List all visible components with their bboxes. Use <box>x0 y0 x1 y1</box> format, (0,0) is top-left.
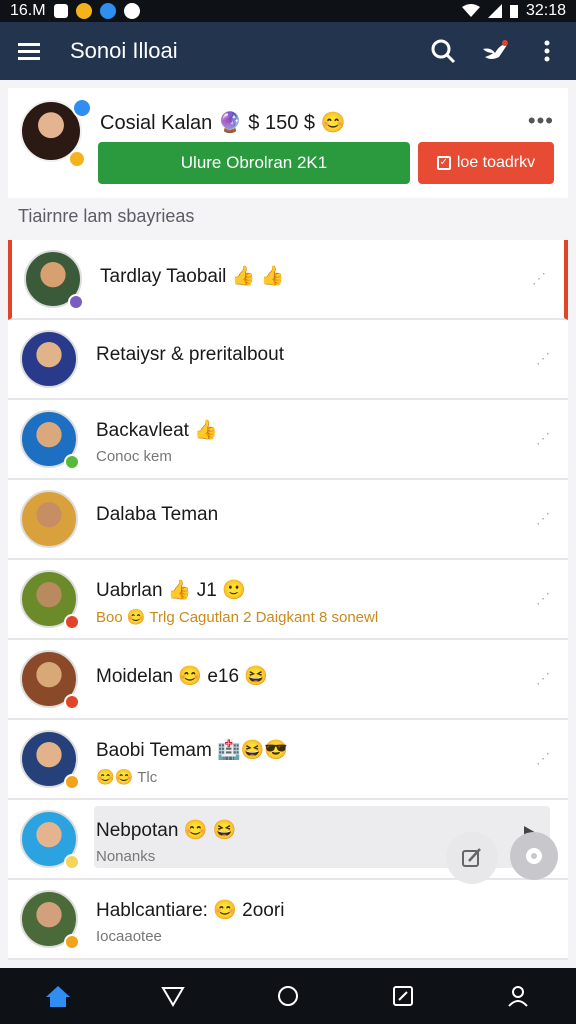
nav-filter[interactable] <box>158 981 188 1011</box>
chat-name: Tardlay Taobail 👍 👍 <box>100 266 285 287</box>
chat-avatar <box>20 490 78 548</box>
chat-name: Uabrlan 👍 J1 🙂 <box>96 580 246 601</box>
chat-row[interactable]: Dalaba Teman ⋰ <box>8 480 568 560</box>
messenger-icon <box>99 3 116 19</box>
more-vertical-icon <box>544 40 550 62</box>
chevron-icon: ⋰ <box>532 270 546 286</box>
profile-card: Cosial Kalan 🔮 $ 150 $ 😊 ••• Ulure Obrol… <box>8 88 568 198</box>
profile-name: Cosial Kalan 🔮 $ 150 $ 😊 <box>100 112 346 134</box>
chat-name: Baobi Temam 🏥😆😎 <box>96 740 289 761</box>
bottom-nav <box>0 968 576 1024</box>
chevron-icon: ⋰ <box>536 670 550 686</box>
nav-home[interactable] <box>43 981 73 1011</box>
chat-row[interactable]: Uabrlan 👍 J1 🙂 Boo 😊 Trlg Cagutlan 2 Dai… <box>8 560 568 640</box>
secondary-action-label: loe toadrkv <box>456 154 536 171</box>
search-button[interactable] <box>428 36 458 66</box>
chevron-icon: ⋰ <box>536 510 550 526</box>
chat-row[interactable]: Backavleat 👍 Conoc kem ⋰ <box>8 400 568 480</box>
chevron-icon: ⋰ <box>536 750 550 766</box>
chat-name: Backavleat 👍 <box>96 420 218 441</box>
status-badge <box>64 614 80 630</box>
bird-icon <box>483 40 508 59</box>
chat-row[interactable]: Moidelan 😊 e16 😆 ⋰ <box>8 640 568 720</box>
secondary-action-button[interactable]: ✓ loe toadrkv <box>418 142 554 184</box>
overflow-menu-button[interactable] <box>532 36 562 66</box>
status-badge <box>64 934 80 950</box>
status-badge <box>64 454 80 470</box>
chat-row[interactable]: Tardlay Taobail 👍 👍 ⋰ <box>8 240 568 320</box>
section-label: Tiairnre lam sbayrieas <box>18 206 195 226</box>
mood-icon <box>68 150 86 168</box>
wifi-icon <box>461 4 480 17</box>
status-time-left: 16.M <box>10 2 46 19</box>
chat-name: Moidelan 😊 e16 😆 <box>96 666 268 687</box>
profile-more-button[interactable]: ••• <box>528 108 554 134</box>
clock-icon <box>123 3 140 19</box>
status-time-right: 32:18 <box>525 2 566 19</box>
chat-name: Hablcantiare: 😊 2oori <box>96 900 285 921</box>
bird-button[interactable] <box>480 36 510 66</box>
search-icon <box>431 39 456 64</box>
status-badge <box>68 294 84 310</box>
battery-icon <box>509 5 518 18</box>
chat-preview: Boo 😊 Trlg Cagutlan 2 Daigkant 8 sonewl <box>96 609 379 626</box>
nav-compose[interactable] <box>388 981 418 1011</box>
compose-button[interactable] <box>446 832 498 884</box>
edit-square-icon <box>393 986 414 1006</box>
status-bar: 16.M 32:18 <box>0 0 576 22</box>
content-area: Cosial Kalan 🔮 $ 150 $ 😊 ••• Ulure Obrol… <box>0 80 576 968</box>
chevron-icon: ⋰ <box>536 430 550 446</box>
emoji-icon <box>75 3 92 19</box>
chat-row[interactable]: Baobi Temam 🏥😆😎 😊😊 Tlc ⋰ <box>8 720 568 800</box>
circle-icon <box>277 986 298 1006</box>
chat-preview: Iocaaotee <box>96 928 162 945</box>
gear-icon <box>526 848 542 864</box>
edit-icon <box>462 848 481 867</box>
chevron-icon: ⋰ <box>536 590 550 606</box>
person-icon <box>508 986 529 1007</box>
verified-icon <box>72 98 92 118</box>
app-bar: Sonoi Illoai <box>0 22 576 80</box>
notification-icon <box>53 4 68 18</box>
app-title: Sonoi Illoai <box>70 38 178 63</box>
chat-preview: Conoc kem <box>96 448 172 465</box>
filter-icon <box>161 987 185 1007</box>
chevron-icon: ⋰ <box>536 350 550 366</box>
chat-row[interactable]: Retaiysr & preritalbout ⋰ <box>8 320 568 400</box>
chat-row[interactable]: Hablcantiare: 😊 2oori Iocaaotee <box>8 880 568 960</box>
nav-circle[interactable] <box>273 981 303 1011</box>
nav-profile[interactable] <box>503 981 533 1011</box>
chat-name: Dalaba Teman <box>96 504 219 525</box>
home-icon <box>45 986 70 1007</box>
signal-icon <box>487 4 502 18</box>
status-badge <box>64 774 80 790</box>
chat-name: Nebpotan 😊 😆 <box>96 820 237 841</box>
status-badge <box>64 854 80 870</box>
chat-avatar <box>20 330 78 388</box>
chat-preview: Nonanks <box>96 848 156 865</box>
hamburger-icon <box>18 43 40 60</box>
status-badge <box>64 694 80 710</box>
settings-button[interactable] <box>510 832 558 880</box>
primary-action-button[interactable]: Ulure Obrolran 2K1 <box>98 142 410 184</box>
menu-button[interactable] <box>14 36 44 66</box>
checkbox-icon: ✓ <box>436 156 451 170</box>
chat-preview: 😊😊 Tlc <box>96 769 158 786</box>
chat-name: Retaiysr & preritalbout <box>96 344 284 365</box>
